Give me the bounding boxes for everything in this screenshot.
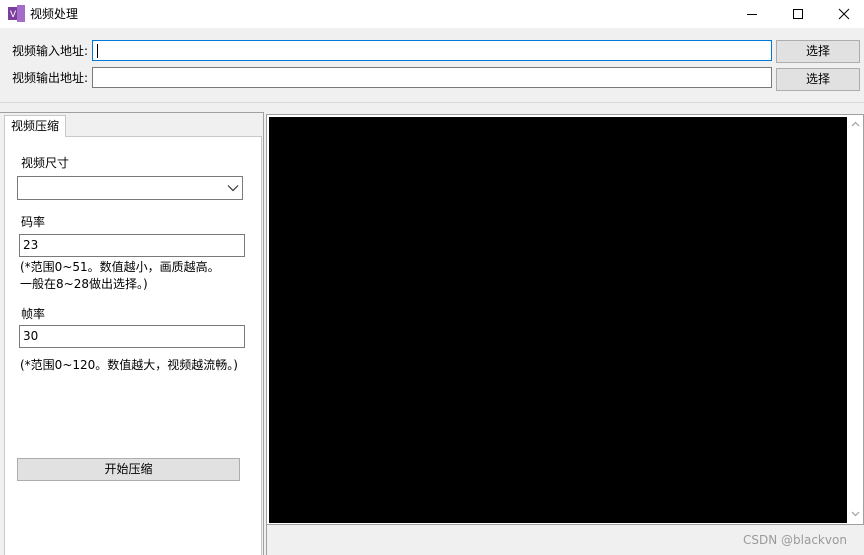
video-preview[interactable] xyxy=(269,117,847,523)
maximize-button[interactable] xyxy=(775,0,821,28)
framerate-input[interactable]: 30 xyxy=(19,325,245,348)
minimize-icon xyxy=(747,14,757,15)
input-path-field[interactable] xyxy=(92,40,772,61)
text-caret xyxy=(97,43,98,58)
scroll-down-icon[interactable] xyxy=(851,511,860,517)
input-path-label: 视频输入地址: xyxy=(12,44,89,58)
start-compress-button[interactable]: 开始压缩 xyxy=(17,458,240,481)
watermark-text: CSDN @blackvon xyxy=(743,533,847,547)
output-path-label: 视频输出地址: xyxy=(12,71,89,85)
output-path-field[interactable] xyxy=(92,67,772,88)
compress-tab-page: 视频尺寸 码率 23 (*范围0~51。数值越小，画质越高。 一般在8~28做出… xyxy=(4,136,262,555)
window-title: 视频处理 xyxy=(30,7,79,21)
scroll-up-icon[interactable] xyxy=(851,121,860,127)
browse-input-button[interactable]: 选择 xyxy=(776,40,860,63)
bitrate-hint-line2: 一般在8~28做出选择。) xyxy=(20,277,148,291)
video-size-label: 视频尺寸 xyxy=(21,156,70,170)
bitrate-label: 码率 xyxy=(21,215,46,229)
app-window: V 视频处理 视频输入地址: 选择 视频输出地址: 选择 视频压缩 视频尺寸 码… xyxy=(0,0,864,555)
maximize-icon xyxy=(793,9,803,19)
tab-compress[interactable]: 视频压缩 xyxy=(4,115,66,137)
video-size-select[interactable] xyxy=(17,176,243,200)
video-preview-frame xyxy=(266,114,864,525)
close-button[interactable] xyxy=(821,0,864,28)
browse-output-button[interactable]: 选择 xyxy=(776,68,860,91)
framerate-label: 帧率 xyxy=(21,307,46,321)
header-divider xyxy=(0,102,864,103)
app-icon: V xyxy=(8,5,25,22)
bitrate-hint-line1: (*范围0~51。数值越小，画质越高。 xyxy=(20,260,220,274)
framerate-hint: (*范围0~120。数值越大，视频越流畅。) xyxy=(20,358,238,372)
bitrate-input[interactable]: 23 xyxy=(19,234,245,257)
chevron-down-icon xyxy=(227,185,239,192)
title-bar[interactable]: V 视频处理 xyxy=(0,0,864,28)
close-icon xyxy=(838,8,850,20)
minimize-button[interactable] xyxy=(729,0,775,28)
svg-text:V: V xyxy=(10,10,17,20)
settings-panel: 视频压缩 视频尺寸 码率 23 (*范围0~51。数值越小，画质越高。 一般在8… xyxy=(0,112,264,555)
vertical-scrollbar[interactable] xyxy=(848,115,863,524)
